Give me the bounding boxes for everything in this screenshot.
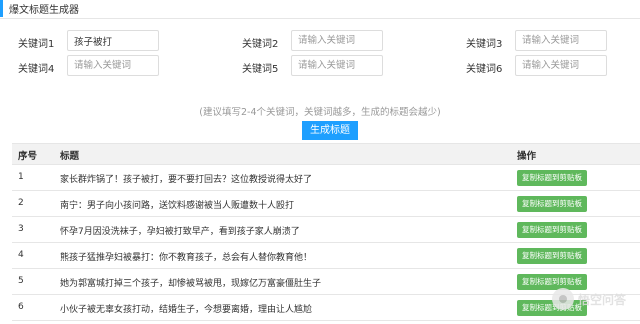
copy-title-button[interactable]: 复制标题到剪贴板 — [517, 196, 587, 212]
keyword-2-input[interactable] — [291, 30, 383, 51]
row-index: 3 — [18, 224, 24, 234]
table-header: 序号 标题 操作 — [12, 143, 640, 165]
row-index: 2 — [18, 198, 24, 208]
row-title: 她为郭富城打掉三个孩子，却惨被骂被甩，现嫁亿万富豪僵肚生子 — [60, 279, 322, 289]
watermark: 悟空问答 — [551, 288, 626, 310]
table-row: 1 家长群炸锅了！孩子被打，要不要打回去？这位教授说得太好了 复制标题到剪贴板 — [12, 165, 640, 191]
row-index: 5 — [18, 276, 24, 286]
copy-title-button[interactable]: 复制标题到剪贴板 — [517, 248, 587, 264]
copy-title-button[interactable]: 复制标题到剪贴板 — [517, 222, 587, 238]
row-title: 家长群炸锅了！孩子被打，要不要打回去？这位教授说得太好了 — [60, 175, 313, 185]
keyword-6-input[interactable] — [515, 55, 607, 76]
row-index: 4 — [18, 250, 24, 260]
keyword-1-input[interactable] — [67, 30, 159, 51]
keyword-1-label: 关键词1 — [18, 39, 55, 50]
title-accent-bar — [0, 0, 3, 17]
header-index: 序号 — [18, 151, 38, 162]
header-action: 操作 — [517, 151, 537, 162]
results-table: 序号 标题 操作 1 家长群炸锅了！孩子被打，要不要打回去？这位教授说得太好了 … — [12, 143, 640, 321]
keyword-3-label: 关键词3 — [466, 39, 503, 50]
row-index: 1 — [18, 172, 24, 182]
row-title: 小伙子被无辜女孩打动，结婚生子，今想要离婚，理由让人尴尬 — [60, 305, 313, 315]
row-title: 熊孩子猛推孕妇被暴打：你不教育孩子，总会有人替你教育他！ — [60, 253, 313, 263]
table-row: 4 熊孩子猛推孕妇被暴打：你不教育孩子，总会有人替你教育他！ 复制标题到剪贴板 — [12, 243, 640, 269]
wukong-logo-icon — [551, 288, 574, 310]
header-title: 标题 — [60, 151, 80, 162]
watermark-text: 悟空问答 — [577, 292, 626, 307]
keyword-2-label: 关键词2 — [242, 39, 279, 50]
keyword-5-input[interactable] — [291, 55, 383, 76]
table-row: 5 她为郭富城打掉三个孩子，却惨被骂被甩，现嫁亿万富豪僵肚生子 复制标题到剪贴板 — [12, 269, 640, 295]
keyword-hint: (建议填写2-4个关键词，关键词越多，生成的标题会越少) — [199, 107, 441, 118]
page-title-bar: 爆文标题生成器 — [0, 0, 640, 19]
table-row: 3 怀孕7月因没洗袜子，孕妇被打致早产，看到孩子家人崩溃了 复制标题到剪贴板 — [12, 217, 640, 243]
keyword-6-label: 关键词6 — [466, 64, 503, 75]
page-title: 爆文标题生成器 — [9, 5, 79, 16]
keyword-3-input[interactable] — [515, 30, 607, 51]
generate-titles-button[interactable]: 生成标题 — [302, 121, 358, 140]
row-title: 怀孕7月因没洗袜子，孕妇被打致早产，看到孩子家人崩溃了 — [60, 227, 300, 237]
row-index: 6 — [18, 302, 24, 312]
keyword-4-input[interactable] — [67, 55, 159, 76]
keyword-4-label: 关键词4 — [18, 64, 55, 75]
row-title: 南宁：男子向小孩问路，送饮料感谢被当人贩遭数十人殴打 — [60, 201, 295, 211]
keyword-5-label: 关键词5 — [242, 64, 279, 75]
table-row: 2 南宁：男子向小孩问路，送饮料感谢被当人贩遭数十人殴打 复制标题到剪贴板 — [12, 191, 640, 217]
copy-title-button[interactable]: 复制标题到剪贴板 — [517, 170, 587, 186]
table-row: 6 小伙子被无辜女孩打动，结婚生子，今想要离婚，理由让人尴尬 复制标题到剪贴板 — [12, 295, 640, 321]
